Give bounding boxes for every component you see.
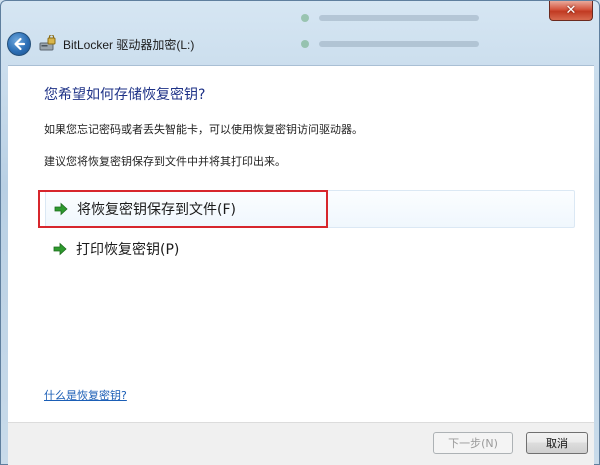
close-icon: ✕ [565, 3, 577, 18]
save-to-file-option[interactable]: 将恢复密钥保存到文件(F) [45, 190, 575, 228]
ghost-bar [319, 15, 479, 21]
content-panel: 您希望如何存储恢复密钥? 如果您忘记密码或者丢失智能卡，可以使用恢复密钥访问驱动… [8, 65, 594, 422]
description-text: 如果您忘记密码或者丢失智能卡，可以使用恢复密钥访问驱动器。 [44, 123, 363, 136]
bitlocker-drive-icon [39, 35, 57, 53]
page-heading: 您希望如何存储恢复密钥? [44, 87, 206, 103]
cancel-button[interactable]: 取消 [526, 432, 588, 454]
ghost-dot [301, 14, 309, 22]
title-bar: BitLocker 驱动器加密(L:) [7, 29, 593, 59]
footer-bar: 下一步(N) 取消 [8, 422, 594, 465]
recommendation-text: 建议您将恢复密钥保存到文件中并将其打印出来。 [44, 155, 286, 168]
save-to-file-label: 将恢复密钥保存到文件(F) [77, 202, 236, 218]
green-arrow-icon [52, 241, 68, 257]
green-arrow-icon [53, 201, 69, 217]
print-key-label: 打印恢复密钥(P) [76, 242, 180, 258]
ghost-row [301, 7, 541, 29]
next-button[interactable]: 下一步(N) [433, 432, 513, 454]
back-arrow-icon [14, 37, 26, 51]
close-button[interactable]: ✕ [549, 1, 593, 21]
window-frame: ✕ BitLocker 驱动器加密(L:) 您希望如何存储恢复密钥? 如果您忘记… [0, 0, 600, 465]
what-is-recovery-key-link[interactable]: 什么是恢复密钥? [44, 387, 127, 403]
print-key-option[interactable]: 打印恢复密钥(P) [45, 230, 575, 268]
back-button[interactable] [7, 32, 31, 56]
window-title: BitLocker 驱动器加密(L:) [63, 37, 195, 52]
